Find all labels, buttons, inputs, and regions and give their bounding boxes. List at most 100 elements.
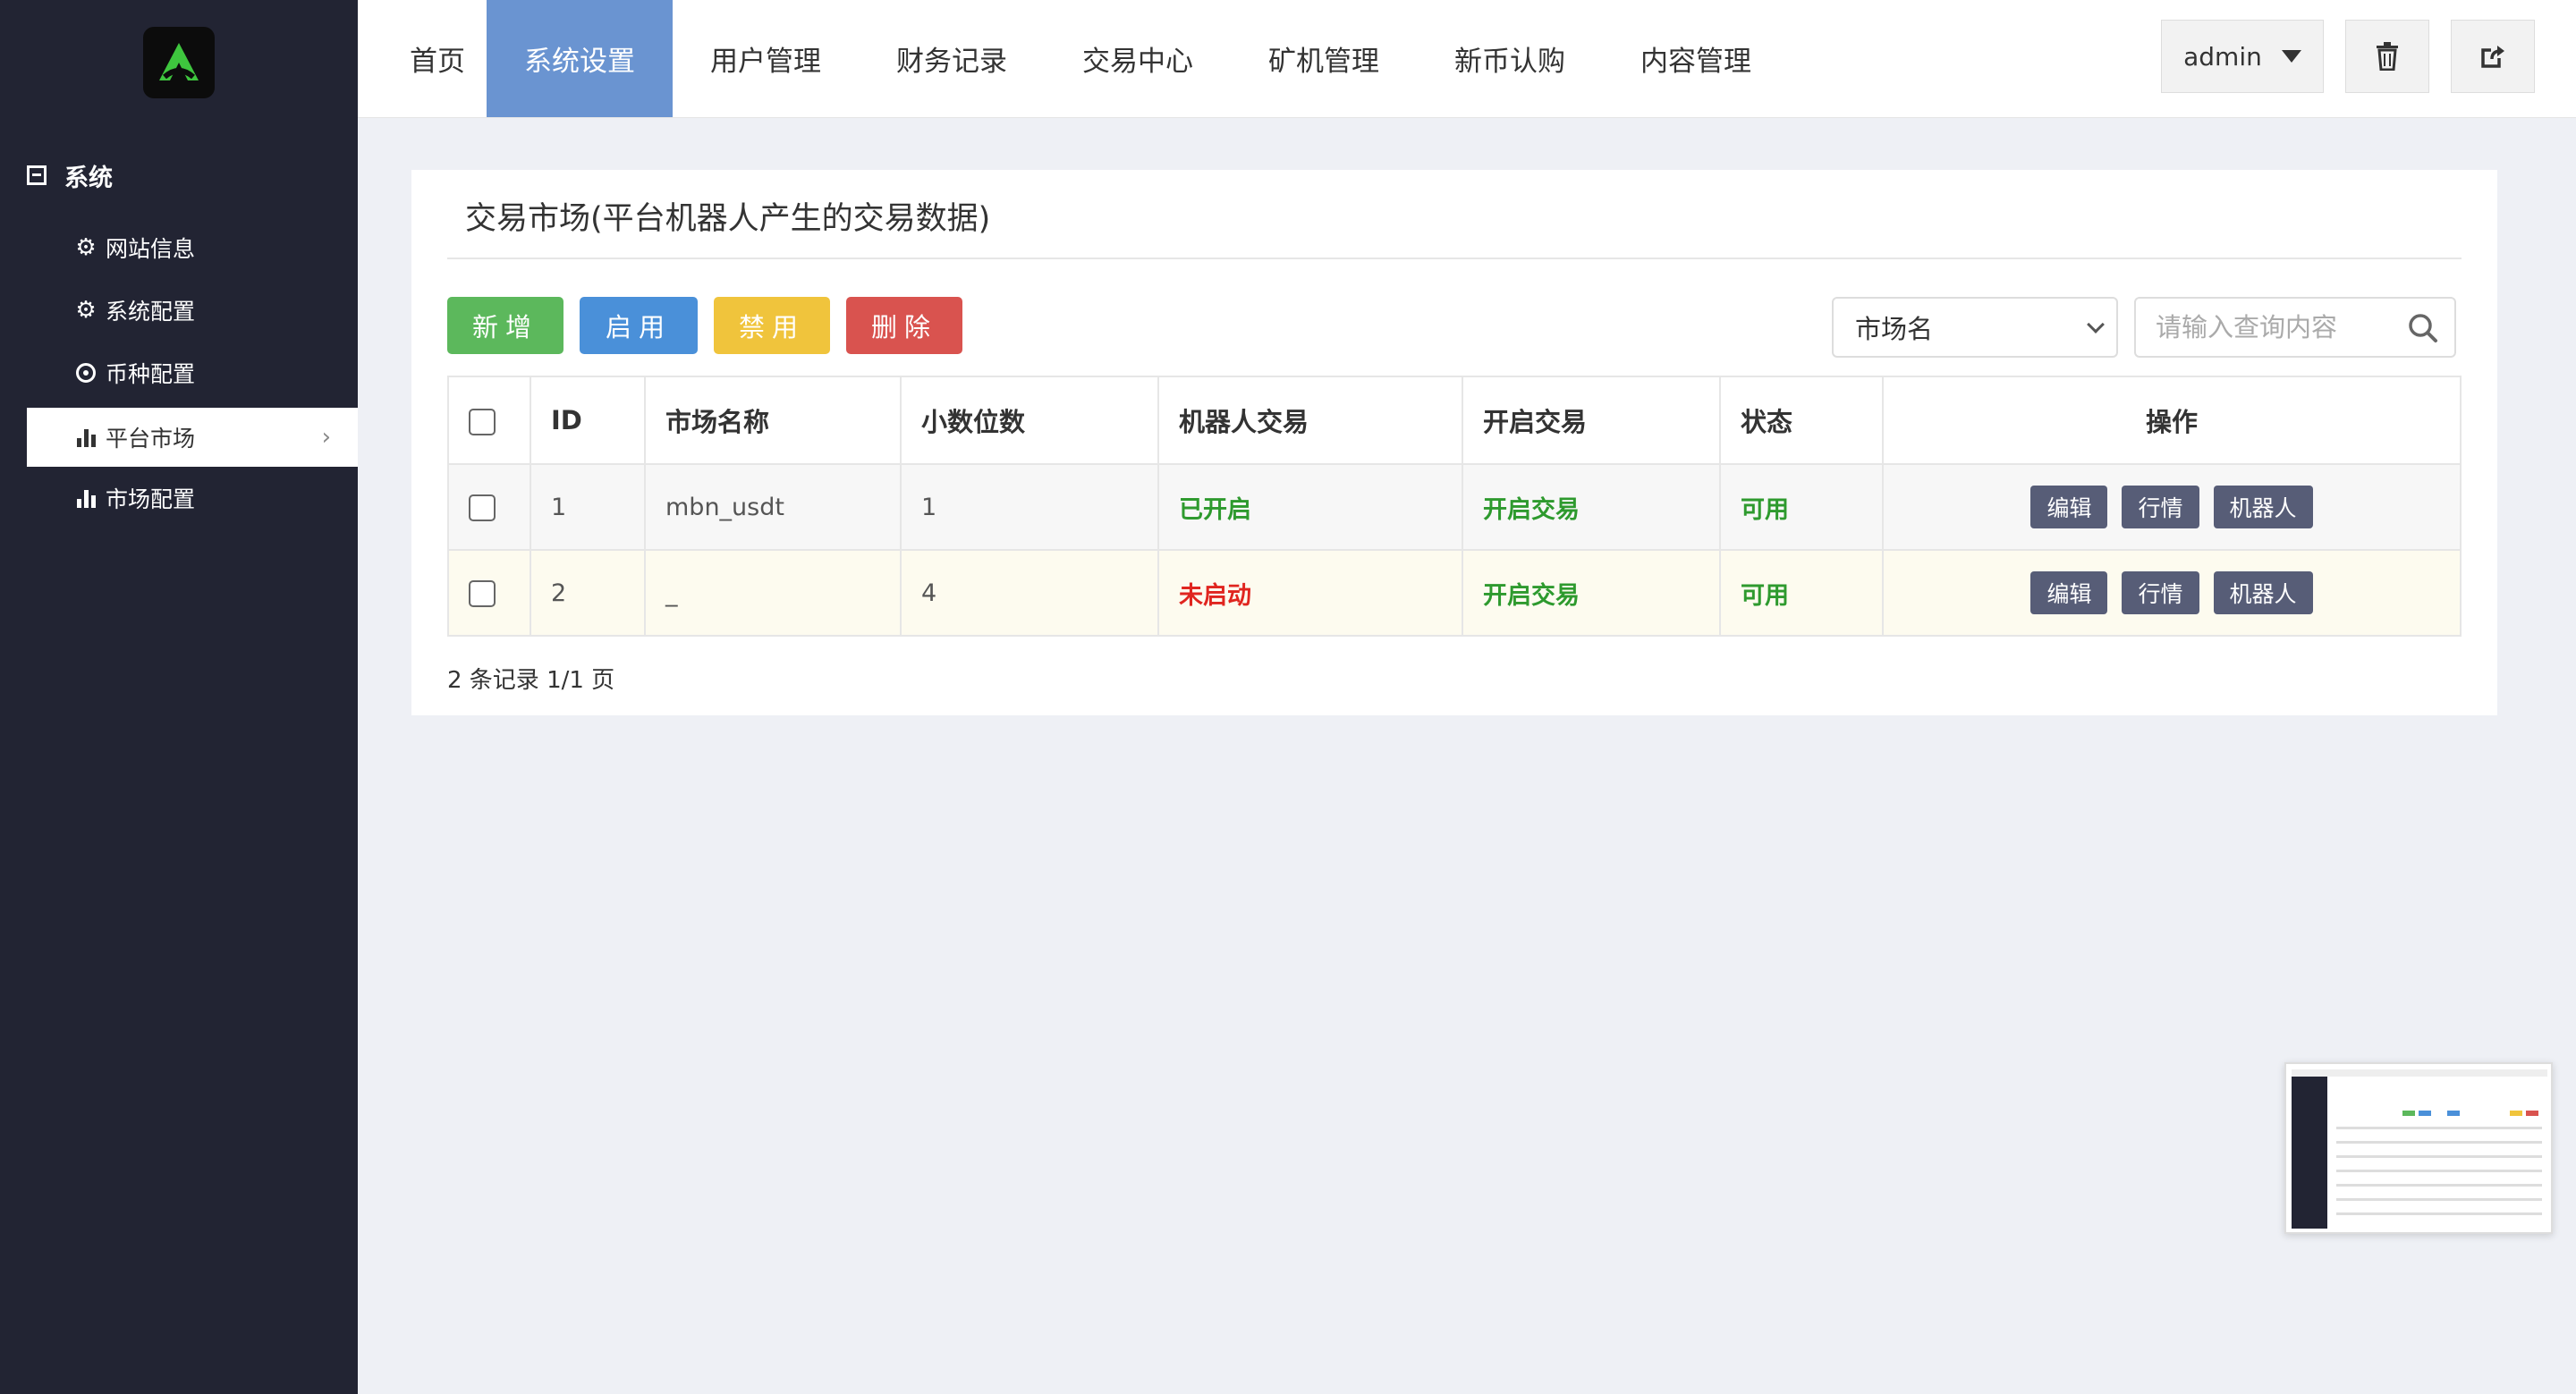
sidebar-item-label: 平台市场 — [106, 426, 196, 452]
cell-decimals: 1 — [900, 463, 1159, 551]
thumbnail-mark — [2336, 1170, 2542, 1172]
nav-trade-center[interactable]: 交易中心 — [1045, 0, 1231, 117]
sidebar: 系统 ⚙ 网站信息 ⚙ 系统配置 币种配置 平台市场 › 市场配置 — [0, 0, 358, 1394]
nav-system-settings[interactable]: 系统设置 — [487, 0, 673, 117]
pagination-info: 2 条记录 1/1 页 — [447, 667, 615, 694]
search-icon[interactable] — [2408, 313, 2438, 343]
col-id: ID — [530, 376, 646, 465]
nav-label: 新币认购 — [1454, 46, 1565, 78]
nav-new-coin-subscription[interactable]: 新币认购 — [1417, 0, 1603, 117]
col-status: 状态 — [1719, 376, 1884, 465]
market-table: ID 市场名称 小数位数 机器人交易 开启交易 状态 操作 1 mbn_usdt… — [447, 376, 2462, 637]
user-name: admin — [2183, 41, 2262, 72]
cell-actions: 编辑 行情 机器人 — [1882, 549, 2462, 637]
thumbnail-sidebar — [2292, 1077, 2327, 1229]
nav-label: 内容管理 — [1640, 46, 1751, 78]
sidebar-item-market-config[interactable]: 市场配置 — [27, 469, 358, 528]
nav-label: 交易中心 — [1082, 46, 1193, 78]
nav-miner-management[interactable]: 矿机管理 — [1231, 0, 1417, 117]
thumbnail-mark — [2336, 1184, 2542, 1187]
table-row: 1 mbn_usdt 1 已开启 开启交易 可用 编辑 行情 机器人 — [447, 463, 2462, 551]
divider — [447, 258, 2462, 259]
thumbnail-mark — [2402, 1111, 2415, 1116]
sidebar-group-label: 系统 — [64, 164, 113, 192]
cell-market-name: _ — [644, 549, 902, 637]
dot-circle-icon — [73, 363, 98, 383]
bar-chart-icon — [73, 488, 98, 508]
share-icon — [2481, 46, 2504, 68]
cell-open-trade[interactable]: 开启交易 — [1462, 463, 1721, 551]
select-all-checkbox[interactable] — [469, 409, 496, 435]
select-all-cell — [447, 376, 531, 465]
sidebar-item-site-info[interactable]: ⚙ 网站信息 — [27, 218, 358, 277]
table-row: 2 _ 4 未启动 开启交易 可用 编辑 行情 机器人 — [447, 549, 2462, 637]
nav-label: 财务记录 — [896, 46, 1007, 78]
thumbnail-mark — [2447, 1111, 2460, 1116]
cell-status[interactable]: 可用 — [1719, 549, 1884, 637]
nav-home[interactable]: 首页 — [388, 0, 487, 117]
logout-button[interactable] — [2451, 20, 2535, 93]
col-open-trade: 开启交易 — [1462, 376, 1721, 465]
chevron-right-icon: › — [321, 424, 331, 451]
app-logo[interactable] — [143, 27, 215, 98]
robot-button[interactable]: 机器人 — [2213, 571, 2313, 614]
delete-button[interactable]: 删除 — [846, 297, 962, 354]
market-quote-button[interactable]: 行情 — [2122, 486, 2199, 528]
screenshot-thumbnail[interactable] — [2284, 1062, 2553, 1234]
sidebar-item-system-config[interactable]: ⚙ 系统配置 — [27, 281, 358, 340]
nav-label: 系统设置 — [524, 46, 635, 78]
nav-user-management[interactable]: 用户管理 — [673, 0, 859, 117]
collapse-icon — [27, 165, 47, 185]
user-menu-button[interactable]: admin — [2161, 20, 2324, 93]
search-input[interactable] — [2136, 299, 2395, 356]
disable-button[interactable]: 禁用 — [714, 297, 830, 354]
sidebar-item-coin-config[interactable]: 币种配置 — [27, 343, 358, 402]
nav-label: 用户管理 — [710, 46, 821, 78]
row-checkbox[interactable] — [469, 579, 496, 607]
market-quote-button[interactable]: 行情 — [2122, 571, 2199, 614]
thumbnail-mark — [2510, 1111, 2522, 1116]
sidebar-item-label: 网站信息 — [106, 236, 196, 262]
caret-down-icon — [2281, 50, 2301, 63]
cell-open-trade[interactable]: 开启交易 — [1462, 549, 1721, 637]
cell-robot-trade[interactable]: 已开启 — [1157, 463, 1463, 551]
thumbnail-mark — [2336, 1127, 2542, 1129]
gear-icon: ⚙ — [75, 297, 97, 324]
col-actions: 操作 — [1882, 376, 2462, 465]
search-box — [2134, 297, 2456, 358]
thumbnail-mark — [2336, 1155, 2542, 1158]
cell-status[interactable]: 可用 — [1719, 463, 1884, 551]
robot-button[interactable]: 机器人 — [2213, 486, 2313, 528]
cell-market-name: mbn_usdt — [644, 463, 902, 551]
col-market-name: 市场名称 — [644, 376, 902, 465]
nav-content-management[interactable]: 内容管理 — [1603, 0, 1789, 117]
edit-button[interactable]: 编辑 — [2030, 571, 2108, 614]
sidebar-item-label: 币种配置 — [106, 361, 196, 387]
cell-id: 2 — [530, 549, 646, 637]
top-nav: 首页 系统设置 用户管理 财务记录 交易中心 矿机管理 新币认购 内容管理 ad… — [358, 0, 2576, 118]
enable-button[interactable]: 启用 — [580, 297, 698, 354]
add-button[interactable]: 新增 — [447, 297, 564, 354]
sidebar-group-system[interactable]: 系统 — [27, 156, 113, 195]
thumbnail-mark — [2336, 1198, 2542, 1201]
bar-chart-icon — [73, 427, 98, 447]
market-panel: 交易市场(平台机器人产生的交易数据) 新增 启用 禁用 删除 市场名 ID 市场… — [411, 170, 2497, 715]
sidebar-item-platform-market[interactable]: 平台市场 › — [27, 408, 358, 467]
gear-icon: ⚙ — [75, 234, 97, 261]
edit-button[interactable]: 编辑 — [2030, 486, 2108, 528]
row-checkbox[interactable] — [469, 494, 496, 521]
cell-decimals: 4 — [900, 549, 1159, 637]
chevron-down-icon — [2087, 316, 2105, 334]
field-select-value: 市场名 — [1855, 314, 1934, 344]
clear-cache-button[interactable] — [2345, 20, 2429, 93]
nav-label: 首页 — [410, 46, 465, 78]
cell-robot-trade[interactable]: 未启动 — [1157, 549, 1463, 637]
thumbnail-topbar — [2292, 1069, 2547, 1077]
row-select-cell — [447, 549, 531, 637]
nav-finance-records[interactable]: 财务记录 — [859, 0, 1045, 117]
field-select[interactable]: 市场名 — [1832, 297, 2118, 358]
col-robot-trade: 机器人交易 — [1157, 376, 1463, 465]
thumbnail-mark — [2526, 1111, 2538, 1116]
col-decimals: 小数位数 — [900, 376, 1159, 465]
trash-icon — [2377, 42, 2398, 71]
